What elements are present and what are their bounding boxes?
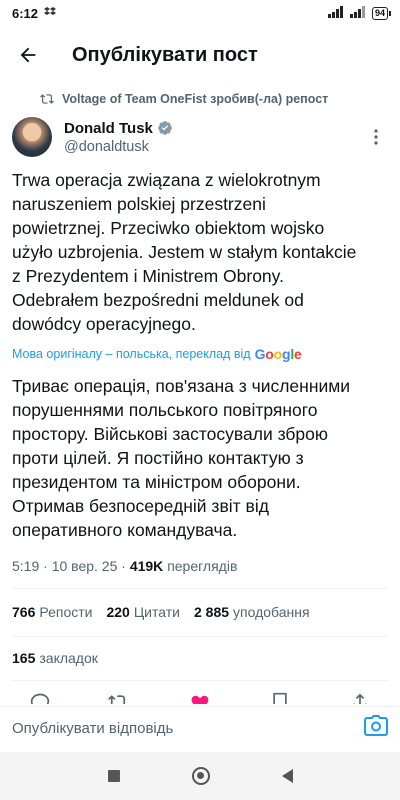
quotes-stat[interactable]: 220 Цитати (106, 604, 180, 620)
tweet-line: Trwa operacja związana z wielokrotnym (12, 170, 321, 190)
post-time: 5:19 (12, 558, 40, 574)
battery-icon: 94 (371, 6, 392, 20)
engagement-stats: 766 Репости 220 Цитати 2 885 уподобання (12, 604, 310, 620)
translated-line: Триває операція, пов'язана з численними (12, 376, 351, 396)
system-back-button[interactable] (281, 769, 293, 783)
header: Опублікувати пост (0, 30, 400, 80)
bookmarks-count: 165 (12, 650, 36, 666)
reposts-count: 766 (12, 604, 36, 620)
translated-line: простору. Військові застосували зброю (12, 424, 329, 444)
translation-note[interactable]: Мова оригіналу – польська, переклад від … (12, 346, 302, 362)
like-button[interactable] (190, 692, 210, 704)
share-button[interactable] (350, 692, 370, 704)
status-time: 6:12 (12, 5, 39, 21)
tweet-line: powietrznej. Przeciwko obiektom wojsko (12, 218, 325, 238)
translated-line: оперативного командувача. (12, 520, 238, 540)
meta-separator: · (43, 558, 48, 574)
repost-text: Voltage of Team OneFist зробив(-ла) репо… (62, 92, 329, 106)
back-button[interactable] (0, 30, 56, 80)
camera-button[interactable] (364, 715, 388, 742)
divider (12, 588, 388, 589)
author-name-row[interactable]: Donald Tusk (64, 120, 173, 137)
repost-icon (108, 695, 126, 704)
translation-note-text: Мова оригіналу – польська, переклад від (12, 347, 251, 361)
reply-button[interactable] (30, 692, 50, 704)
likes-label: уподобання (233, 604, 310, 620)
google-logo: Google (254, 346, 302, 362)
bookmarks-label: закладок (39, 650, 98, 666)
bookmark-icon (273, 692, 287, 704)
tweet-line: użyło uzbrojenia. Jestem w stałym kontak… (12, 242, 357, 262)
recents-button[interactable] (107, 770, 120, 782)
arrow-left-icon (20, 47, 36, 63)
views-count: 419K (129, 558, 164, 574)
translated-line: проти цілей. Я постійно контактую з (12, 448, 304, 468)
action-bar (0, 688, 400, 704)
quotes-label: Цитати (133, 604, 180, 620)
likes-stat[interactable]: 2 885 уподобання (194, 604, 310, 620)
author-name: Donald Tusk (64, 119, 153, 137)
views-label: переглядів (167, 558, 238, 574)
divider (12, 680, 388, 681)
bookmark-button[interactable] (270, 692, 290, 704)
translated-line: президентом та міністром оборони. (12, 472, 301, 492)
meta-separator: · (121, 558, 126, 574)
translated-line: Отримав безпосередній звіт від (12, 496, 269, 516)
divider (12, 636, 388, 637)
repost-button[interactable] (108, 692, 128, 704)
reply-input[interactable]: Опублікувати відповідь (12, 720, 173, 737)
translated-line: порушеннями польського повітряного (12, 400, 318, 420)
tweet-line: z Prezydentem i Ministrem Obrony. (12, 266, 284, 286)
page-title: Опублікувати пост (72, 43, 258, 66)
more-options-button[interactable] (368, 125, 384, 149)
heart-icon (191, 695, 209, 704)
tweet-meta: 5:19 · 10 вер. 25 · 419K переглядів (12, 558, 237, 574)
translated-text: Триває операція, пов'язана з численними … (12, 374, 388, 542)
status-bar: 6:12 94 (0, 0, 400, 26)
reposts-stat[interactable]: 766 Репости (12, 604, 92, 620)
reposts-label: Репости (39, 604, 93, 620)
repost-icon (40, 94, 54, 104)
likes-count: 2 885 (193, 604, 230, 620)
author-row: Donald Tusk @donaldtusk (12, 114, 388, 160)
quotes-count: 220 (106, 604, 130, 620)
camera-icon (364, 715, 388, 736)
post-date: 10 вер. 25 (51, 558, 118, 574)
reply-bar: Опублікувати відповідь (0, 706, 400, 750)
author-names: Donald Tusk @donaldtusk (64, 120, 173, 155)
status-right: 94 (327, 5, 392, 21)
dropbox-icon (44, 6, 57, 21)
repost-indicator[interactable]: Voltage of Team OneFist зробив(-ла) репо… (40, 92, 328, 106)
signal-icon (327, 5, 344, 21)
signal-icon-2 (349, 5, 366, 21)
verified-badge-icon (158, 121, 172, 135)
tweet-line: Odebrałem bezpośredni meldunek od (12, 290, 304, 310)
tweet-line: naruszeniem polskiej przestrzeni (12, 194, 266, 214)
author-handle[interactable]: @donaldtusk (64, 139, 173, 155)
bookmarks-stat[interactable]: 165 закладок (12, 650, 98, 666)
reply-icon (30, 693, 50, 704)
home-button[interactable] (191, 767, 210, 785)
system-nav-bar (0, 752, 400, 800)
tweet-line: dowódcy operacyjnego. (12, 314, 196, 334)
avatar[interactable] (12, 117, 52, 157)
share-icon (353, 693, 367, 704)
more-vertical-icon (374, 129, 378, 145)
tweet-text: Trwa operacja związana z wielokrotnym na… (12, 168, 388, 336)
